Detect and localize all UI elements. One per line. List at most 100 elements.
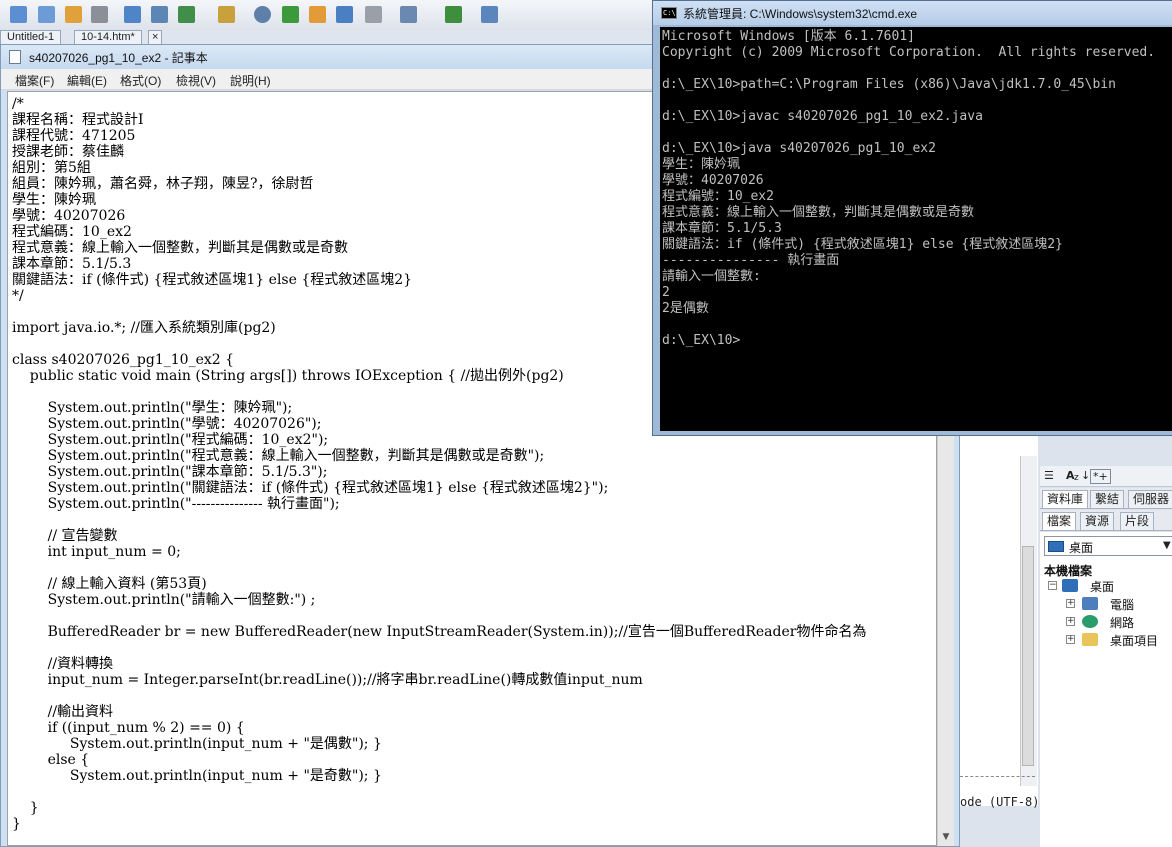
snippet-icon[interactable]: [481, 6, 498, 23]
encoding-status: ode (UTF-8): [960, 795, 1040, 809]
code-line: //輸出資料: [12, 704, 114, 720]
design-view-scroll-thumb[interactable]: [1022, 546, 1034, 766]
desktop-icon: [1048, 541, 1064, 552]
tab-10-14-htm[interactable]: 10-14.htm*: [74, 30, 142, 44]
code-line: 課程代號：471205: [12, 128, 136, 144]
tree-row-computer[interactable]: + 電腦: [1044, 596, 1172, 612]
console-line: 程式編號：10_ex2: [662, 189, 774, 204]
code-line: System.out.println("學號：40207026");: [12, 416, 322, 432]
layers-icon[interactable]: [400, 6, 417, 23]
code-line: /*: [12, 96, 24, 112]
tab-database[interactable]: 資料庫: [1042, 490, 1089, 508]
shapes-icon[interactable]: [218, 6, 235, 23]
code-line: int input_num = 0;: [12, 544, 181, 560]
toolbar-bar-icon[interactable]: [91, 6, 108, 23]
expand-icon[interactable]: +: [1066, 635, 1075, 644]
document-tab-strip: Untitled-1 10-14.htm* ×: [0, 30, 660, 44]
code-line: 組員：陳妗珮，蕭名舜，林子翔，陳昱?，徐尉哲: [12, 176, 314, 192]
calendar-icon[interactable]: [282, 6, 299, 23]
desktop-icon: [1062, 579, 1078, 592]
code-line: public static void main (String args[]) …: [12, 368, 564, 384]
computer-icon: [1082, 597, 1098, 610]
tab-snippets[interactable]: 片段: [1120, 512, 1155, 530]
cmd-console[interactable]: Microsoft Windows [版本 6.1.7601] Copyright…: [660, 27, 1172, 431]
tab-untitled-1[interactable]: Untitled-1: [0, 30, 62, 44]
code-line: 關鍵語法：if (條件式) {程式敘述區塊1} else {程式敘述區塊2}: [12, 272, 413, 288]
list-view-icon[interactable]: ☰: [1044, 469, 1054, 482]
code-line: System.out.println("請輸入一個整數:") ;: [12, 592, 316, 608]
site-select[interactable]: 桌面 ▼: [1044, 536, 1172, 556]
sort-z-label: z: [1074, 473, 1079, 483]
console-line: 請輸入一個整數:: [662, 269, 761, 284]
properties-toolbar: ☰ A z ↓ *+: [1040, 466, 1172, 487]
panel-tabs-files: 檔案 資源 片段: [1040, 510, 1172, 531]
menu-view[interactable]: 檢視(V): [176, 72, 216, 89]
tree-label-desktop: 桌面: [1090, 580, 1115, 594]
comment-icon[interactable]: [336, 6, 353, 23]
tree-row-network[interactable]: + 網路: [1044, 614, 1172, 630]
code-line: // 線上輸入資料 (第53頁): [12, 576, 207, 592]
code-line: 程式編碼：10_ex2: [12, 224, 132, 240]
sort-arrow-label: ↓: [1081, 469, 1091, 482]
image-icon[interactable]: [178, 6, 195, 23]
code-line: System.out.println("--------------- 執行畫面…: [12, 496, 340, 512]
code-line: System.out.println("程式意義：線上輸入一個整數，判斷其是偶數…: [12, 448, 545, 464]
tree-label-computer: 電腦: [1110, 598, 1135, 612]
folder-icon: [1082, 633, 1098, 646]
console-line: --------------- 執行畫面: [662, 253, 840, 268]
code-line: input_num = Integer.parseInt(br.readLine…: [12, 672, 643, 688]
tab-assets[interactable]: 資源: [1080, 512, 1115, 530]
console-line: d:\_EX\10>path=C:\Program Files (x86)\Ja…: [662, 77, 1116, 92]
code-line: 程式意義：線上輸入一個整數，判斷其是偶數或是奇數: [12, 240, 348, 256]
code-line: 課程名稱：程式設計I: [12, 112, 144, 128]
component-icon[interactable]: [309, 6, 326, 23]
chevron-down-icon[interactable]: ▼: [1163, 540, 1171, 551]
code-line: }: [12, 800, 39, 816]
code-line: System.out.println(input_num + "是偶數"); }: [12, 736, 382, 752]
console-line: 關鍵語法：if (條件式) {程式敘述區塊1} else {程式敘述區塊2}: [662, 237, 1063, 252]
widget-icon[interactable]: [365, 6, 382, 23]
console-line: 課本章節：5.1/5.3: [662, 221, 782, 236]
tab-files[interactable]: 檔案: [1042, 512, 1077, 530]
menu-edit[interactable]: 編輯(E): [67, 72, 107, 89]
form-icon[interactable]: [151, 6, 168, 23]
code-line: */: [12, 288, 24, 304]
code-line: //資料轉換: [12, 656, 114, 672]
local-files-heading: 本機檔案: [1044, 564, 1093, 578]
tab-server[interactable]: 伺服器: [1128, 490, 1172, 508]
panel-tabs-database: 資料庫 繫結 伺服器: [1040, 488, 1172, 509]
cmd-title: 系統管理員: C:\Windows\system32\cmd.exe: [683, 7, 918, 21]
code-line: 學號：40207026: [12, 208, 126, 224]
table-icon[interactable]: [124, 6, 141, 23]
code-line: System.out.println("課本章節：5.1/5.3");: [12, 464, 328, 480]
cmd-title-bar[interactable]: C:\ 系統管理員: C:\Windows\system32\cmd.exe: [653, 1, 1172, 25]
menu-file[interactable]: 檔案(F): [15, 72, 54, 89]
scroll-down-icon[interactable]: ▼: [938, 829, 954, 845]
tree-row-desktop[interactable]: − 桌面: [1044, 578, 1172, 594]
tree-row-desktop-items[interactable]: + 桌面項目: [1044, 632, 1172, 648]
gear-icon[interactable]: [254, 6, 271, 23]
code-line: System.out.println(input_num + "是奇數"); }: [12, 768, 382, 784]
expand-icon[interactable]: +: [1066, 599, 1075, 608]
code-line: if ((input_num % 2) == 0) {: [12, 720, 245, 736]
email-icon[interactable]: [38, 6, 55, 23]
menu-format[interactable]: 格式(O): [120, 72, 161, 89]
template-icon[interactable]: [10, 6, 27, 23]
code-line: class s40207026_pg1_10_ex2 {: [12, 352, 235, 368]
menu-help[interactable]: 說明(H): [230, 72, 271, 89]
code-line: }: [12, 816, 21, 832]
document-icon[interactable]: [445, 6, 462, 23]
cmd-app-icon: C:\: [661, 7, 677, 19]
tab-bindings[interactable]: 繫結: [1090, 490, 1125, 508]
show-set-properties-label[interactable]: *+: [1090, 469, 1111, 484]
collapse-icon[interactable]: −: [1048, 581, 1057, 590]
console-line: 學號：40207026: [662, 173, 764, 188]
notepad-app-icon: [9, 50, 21, 64]
tab-close-icon[interactable]: ×: [148, 30, 163, 44]
code-line: 課本章節：5.1/5.3: [12, 256, 132, 272]
files-panel: 桌面 ▼ 本機檔案 − 桌面 + 電腦 + 網路 + 桌面項目: [1040, 532, 1172, 847]
anchor-icon[interactable]: [65, 6, 82, 23]
expand-icon[interactable]: +: [1066, 617, 1075, 626]
code-line: BufferedReader br = new BufferedReader(n…: [12, 624, 867, 640]
code-line: 授課老師：蔡佳麟: [12, 144, 124, 160]
